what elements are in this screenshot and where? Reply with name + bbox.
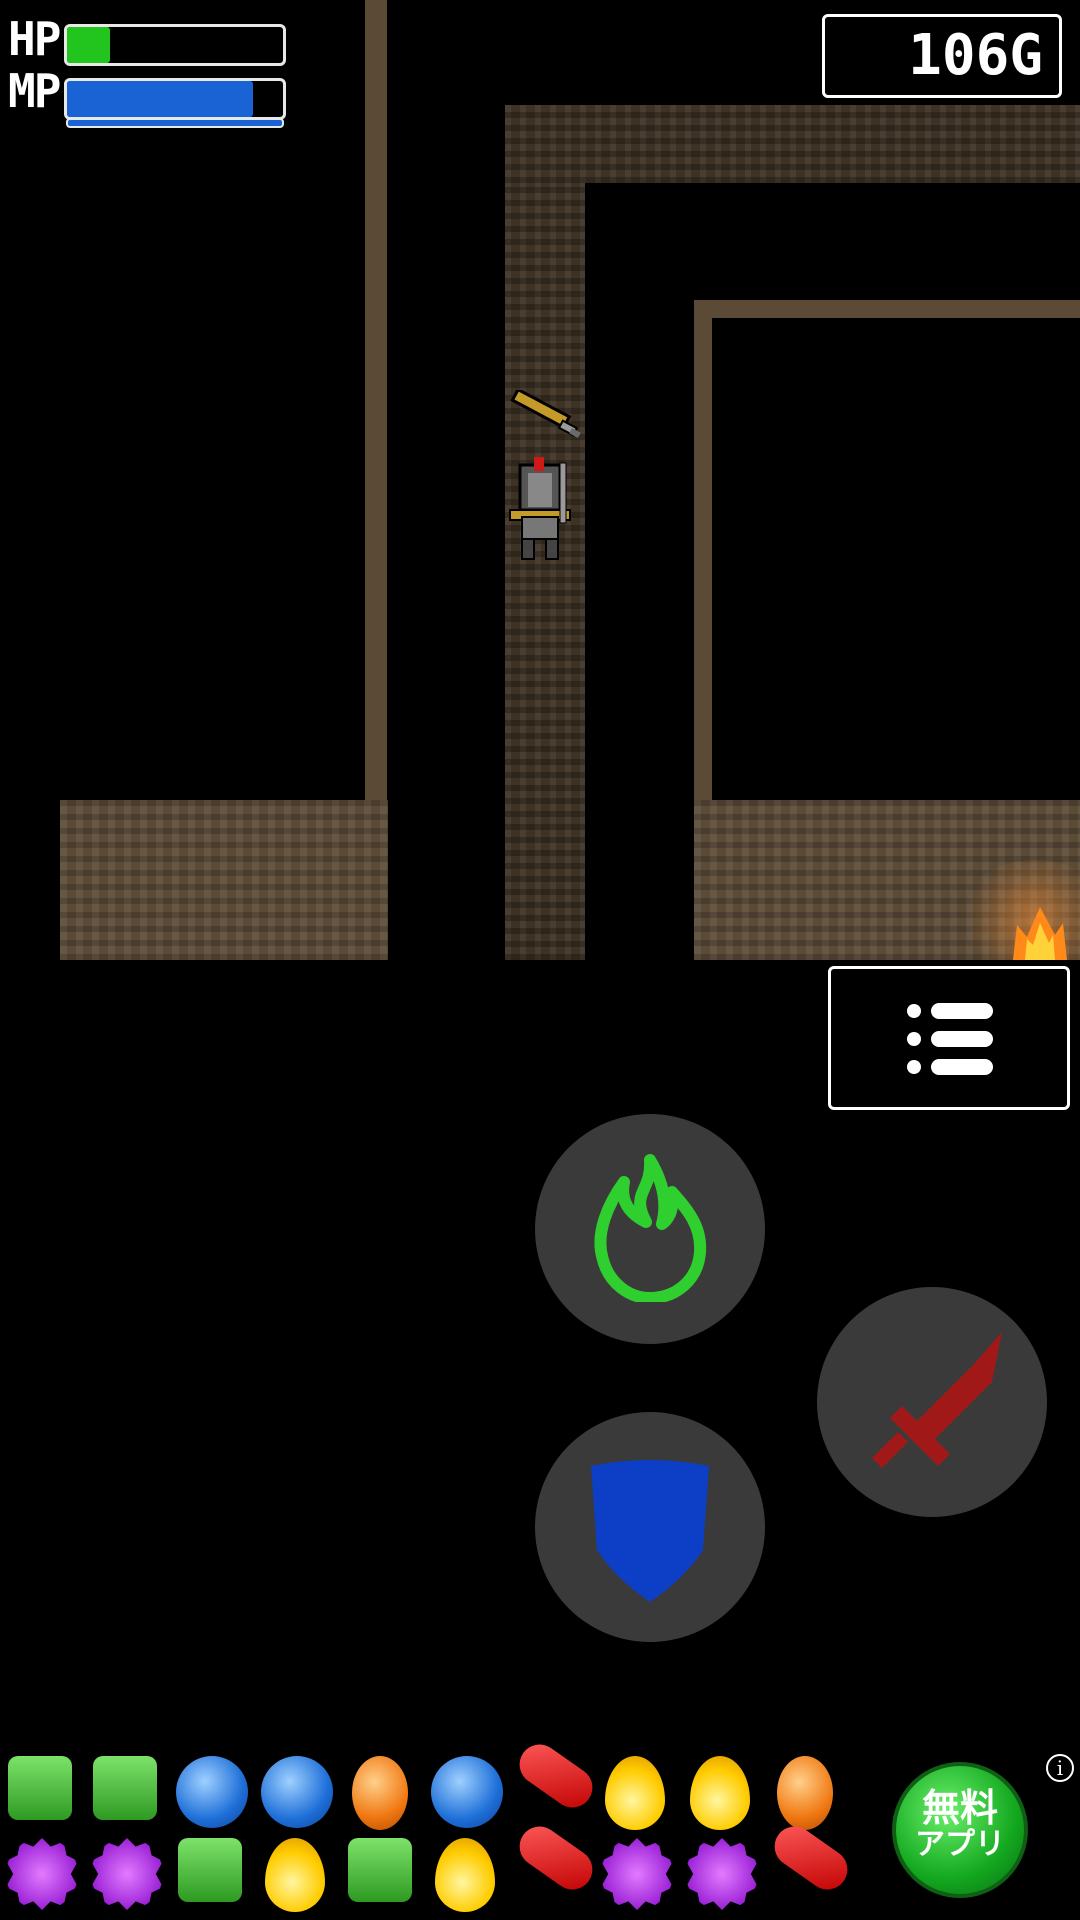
floor-left-room [60, 800, 388, 960]
dungeon-map [0, 0, 1080, 960]
candy-blue-icon [261, 1756, 333, 1828]
red-sword-icon [872, 1332, 1002, 1468]
hp-label: HP [8, 12, 61, 66]
floor-top-corridor [505, 105, 1080, 183]
magic-button[interactable] [535, 1114, 765, 1344]
menu-button[interactable] [828, 966, 1070, 1110]
candy-green-icon [176, 1838, 244, 1906]
candy-purple-icon [91, 1838, 163, 1910]
candy-green-icon [346, 1838, 414, 1906]
hp-bar [64, 24, 286, 66]
candy-green-icon [6, 1756, 74, 1824]
candy-yellow-icon [431, 1838, 499, 1912]
campfire-icon [1013, 907, 1067, 960]
candy-red-icon [766, 1818, 856, 1906]
mp-bar [64, 78, 286, 120]
candy-purple-icon [6, 1838, 78, 1910]
candy-orange-icon [346, 1756, 414, 1830]
candy-yellow-icon [686, 1756, 754, 1830]
wall-left-vertical [365, 0, 387, 800]
candy-green-icon [91, 1756, 159, 1824]
candy-purple-icon [686, 1838, 758, 1910]
gold-counter: 106G [822, 14, 1062, 98]
sword-item-icon [510, 390, 581, 438]
candy-blue-icon [176, 1756, 248, 1828]
candy-yellow-icon [261, 1838, 329, 1912]
candy-red-icon [511, 1736, 601, 1824]
ad-info-icon[interactable]: i [1046, 1754, 1074, 1782]
candy-red-icon [511, 1818, 601, 1906]
attack-button[interactable] [817, 1287, 1047, 1517]
defend-button[interactable] [535, 1412, 765, 1642]
mp-label: MP [8, 64, 61, 118]
mp-bar-fill [67, 81, 253, 117]
wall-right-vertical [694, 300, 712, 800]
free-app-label-line2: アプリ [915, 1827, 1005, 1862]
free-app-button[interactable]: 無料 アプリ [892, 1762, 1028, 1898]
candy-yellow-icon [601, 1756, 669, 1830]
hp-bar-fill [67, 27, 111, 63]
candy-purple-icon [601, 1838, 673, 1910]
player-knight-icon [509, 457, 571, 560]
wall-right-top [694, 300, 1080, 318]
blue-shield-icon [591, 1460, 709, 1602]
mp-sub-bar [66, 118, 284, 128]
free-app-label-line1: 無料 [921, 1786, 998, 1830]
candy-blue-icon [431, 1756, 503, 1828]
list-icon [907, 1003, 997, 1075]
candy-orange-icon [771, 1756, 839, 1830]
ad-banner[interactable]: 無料 アプリ i [0, 1736, 1080, 1920]
green-flame-icon [594, 1154, 707, 1302]
